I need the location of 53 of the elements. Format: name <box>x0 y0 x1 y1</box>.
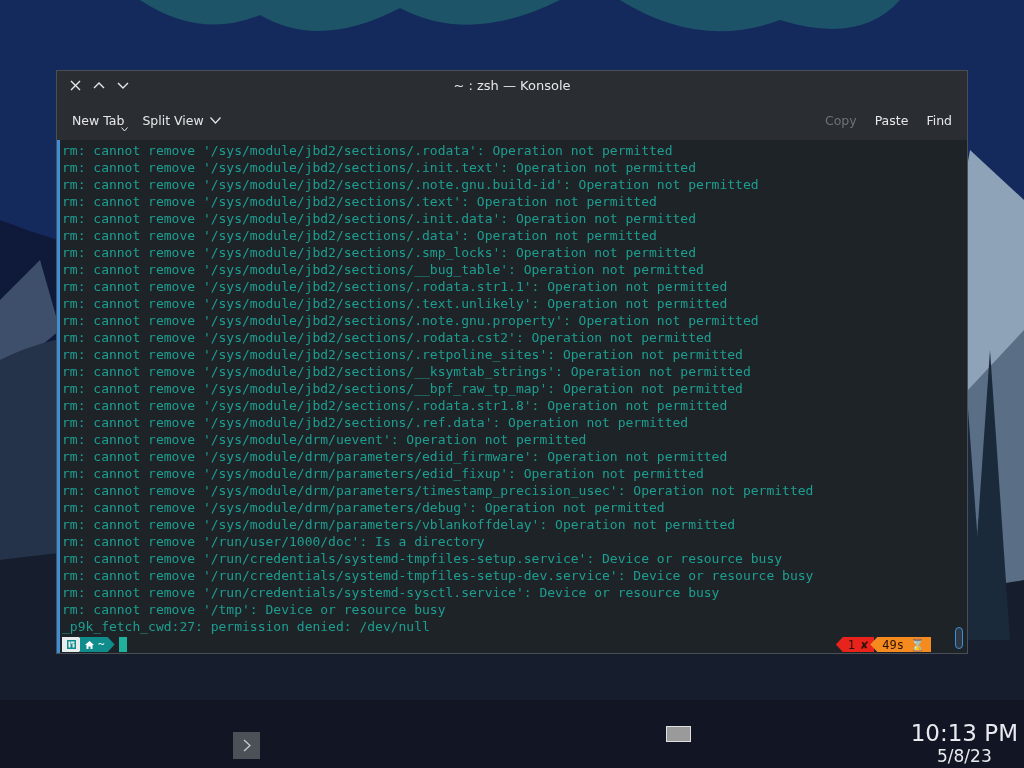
window-thumbnail[interactable] <box>666 726 691 742</box>
terminal-line: rm: cannot remove '/sys/module/jbd2/sections/.rodata.str1.1': Operation not permitted <box>62 278 728 295</box>
status-value: 49s <box>882 637 904 652</box>
terminal-line: rm: cannot remove '/sys/module/jbd2/sections/.init.text': Operation not permitted <box>62 159 696 176</box>
toolbar-button[interactable]: Split View <box>135 108 228 132</box>
terminal-line: rm: cannot remove '/sys/module/jbd2/sections/.data': Operation not permitted <box>62 227 657 244</box>
terminal-line: rm: cannot remove '/sys/module/drm/parameters/timestamp_precision_usec': Operation not permitted <box>62 482 814 499</box>
terminal-line: rm: cannot remove '/sys/module/jbd2/sections/.rodata.cst2': Operation not permitted <box>62 329 712 346</box>
toolbar-button[interactable]: Paste <box>867 108 916 132</box>
directory-text: ~ <box>98 638 105 651</box>
terminal-line: rm: cannot remove '/tmp': Device or resource busy <box>62 601 446 618</box>
terminal-line: rm: cannot remove '/sys/module/jbd2/sections/.ref.data': Operation not permitted <box>62 414 689 431</box>
terminal-line: rm: cannot remove '/sys/module/jbd2/sections/.text': Operation not permitted <box>62 193 657 210</box>
terminal-line: rm: cannot remove '/sys/module/drm/uevent': Operation not permitted <box>62 431 587 448</box>
scrollbar-handle[interactable] <box>955 627 963 649</box>
chevron-up-icon <box>93 82 105 90</box>
terminal-line: rm: cannot remove '/sys/module/jbd2/sections/.init.data': Operation not permitted <box>62 210 696 227</box>
terminal-line: rm: cannot remove '/run/user/1000/doc': Is a directory <box>62 533 485 550</box>
terminal-line: rm: cannot remove '/sys/module/jbd2/sections/__bpf_raw_tp_map': Operation not permitted <box>62 380 743 397</box>
terminal-line: rm: cannot remove '/sys/module/drm/parameters/vblankoffdelay': Operation not permitted <box>62 516 736 533</box>
toolbar-button[interactable]: New Tab <box>65 108 132 132</box>
status-value: 1 <box>847 637 856 652</box>
terminal-line: rm: cannot remove '/sys/module/jbd2/sections/.rodata': Operation not permitted <box>62 142 673 159</box>
window-title: ~ : zsh — Konsole <box>452 78 572 94</box>
chevron-right-icon <box>242 739 251 752</box>
chevron-down-icon <box>209 116 221 124</box>
terminal-line: rm: cannot remove '/sys/module/drm/parameters/edid_firmware': Operation not permitted <box>62 448 728 465</box>
status-symbol: ⌛ <box>910 637 925 652</box>
terminal-line: rm: cannot remove '/sys/module/jbd2/sections/.rodata.str1.8': Operation not permitted <box>62 397 728 414</box>
terminal-line: rm: cannot remove '/sys/module/jbd2/sections/.text.unlikely': Operation not permitted <box>62 295 728 312</box>
clock-time: 10:13 PM <box>910 720 1018 746</box>
home-icon <box>85 640 94 649</box>
distro-logo-icon <box>67 640 76 649</box>
close-icon <box>69 80 81 92</box>
terminal-line: rm: cannot remove '/sys/module/drm/parameters/edid_fixup': Operation not permitted <box>62 465 704 482</box>
terminal-line: rm: cannot remove '/sys/module/jbd2/sections/.note.gnu.build-id': Operation not permitted <box>62 176 759 193</box>
terminal-line: rm: cannot remove '/run/credentials/systemd-sysctl.service': Device or resource busy <box>62 584 720 601</box>
terminal-line: rm: cannot remove '/run/credentials/systemd-tmpfiles-setup.service': Device or resource busy <box>62 550 783 567</box>
caret-icon <box>121 126 129 132</box>
terminal-line: rm: cannot remove '/run/credentials/systemd-tmpfiles-setup-dev.service': Device or resource busy <box>62 567 814 584</box>
text-cursor <box>118 637 127 652</box>
toolbar-button[interactable]: Find <box>919 108 959 132</box>
chevron-down-icon <box>117 82 129 90</box>
terminal-line: _p9k_fetch_cwd:27: permission denied: /dev/null <box>62 618 430 635</box>
terminal-line: rm: cannot remove '/sys/module/jbd2/sections/__ksymtab_strings': Operation not permitted <box>62 363 751 380</box>
terminal-line: rm: cannot remove '/sys/module/jbd2/sections/__bug_table': Operation not permitted <box>62 261 704 278</box>
terminal-line: rm: cannot remove '/sys/module/drm/parameters/debug': Operation not permitted <box>62 499 665 516</box>
terminal-line: rm: cannot remove '/sys/module/jbd2/sections/.smp_locks': Operation not permitted <box>62 244 696 261</box>
clock-date: 5/8/23 <box>937 746 992 766</box>
panel-expand-button[interactable] <box>233 732 260 759</box>
terminal-line: rm: cannot remove '/sys/module/jbd2/sections/.note.gnu.property': Operation not permitted <box>62 312 759 329</box>
status-symbol: ✘ <box>861 637 869 652</box>
terminal-line: rm: cannot remove '/sys/module/jbd2/sections/.retpoline_sites': Operation not permitted <box>62 346 743 363</box>
